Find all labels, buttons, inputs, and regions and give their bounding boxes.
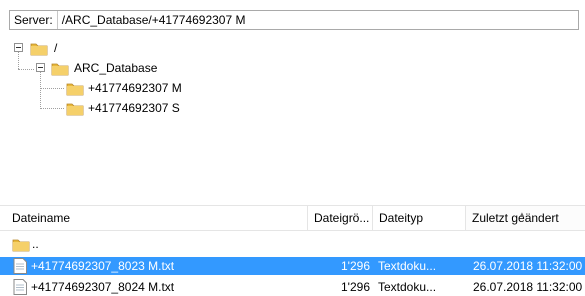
directory-tree: / ARC_Database +41774692307 M +417746923… bbox=[0, 0, 585, 200]
sort-ascending-icon: ▲ bbox=[518, 210, 526, 219]
file-type: Textdoku... bbox=[378, 259, 437, 273]
folder-icon bbox=[30, 43, 48, 56]
tree-item-m[interactable]: +41774692307 M bbox=[86, 80, 184, 96]
collapse-database-toggle[interactable] bbox=[36, 63, 45, 72]
tree-item-s[interactable]: +41774692307 S bbox=[86, 100, 182, 116]
file-size: 1'296 bbox=[341, 259, 370, 273]
list-item-parent[interactable]: .. bbox=[0, 235, 585, 253]
text-document-icon bbox=[13, 258, 27, 274]
folder-icon bbox=[66, 83, 84, 96]
file-modified: 26.07.2018 11:32:00 bbox=[473, 259, 583, 273]
column-header-modified-label: Zuletzt geändert bbox=[472, 211, 559, 225]
column-header-size[interactable]: Dateigrö... bbox=[308, 206, 372, 230]
folder-icon bbox=[51, 63, 69, 76]
folder-icon bbox=[66, 103, 84, 116]
tree-item-arc-database[interactable]: ARC_Database bbox=[72, 60, 159, 76]
tree-root[interactable]: / bbox=[52, 40, 59, 56]
tree-line bbox=[18, 69, 34, 70]
file-size: 1'296 bbox=[341, 280, 370, 294]
column-header-type[interactable]: Dateityp bbox=[373, 206, 465, 230]
tree-line bbox=[40, 108, 64, 109]
table-row[interactable]: +41774692307_8024 M.txt 1'296 Textdoku..… bbox=[0, 278, 585, 296]
text-document-icon bbox=[13, 279, 27, 295]
file-type: Textdoku... bbox=[378, 280, 437, 294]
collapse-root-toggle[interactable] bbox=[14, 43, 23, 52]
file-list-header: Dateiname Dateigrö... Dateityp ▲ Zuletzt… bbox=[0, 205, 585, 231]
tree-line bbox=[40, 72, 41, 109]
tree-line bbox=[18, 52, 19, 69]
column-header-modified[interactable]: ▲ Zuletzt geändert bbox=[466, 206, 585, 230]
tree-line bbox=[40, 88, 64, 89]
table-row[interactable]: +41774692307_8023 M.txt 1'296 Textdoku..… bbox=[0, 257, 585, 275]
list-item-name: .. bbox=[32, 237, 39, 251]
file-name: +41774692307_8023 M.txt bbox=[31, 259, 175, 273]
column-header-name[interactable]: Dateiname bbox=[6, 206, 306, 230]
folder-icon bbox=[12, 239, 30, 252]
file-name: +41774692307_8024 M.txt bbox=[31, 280, 175, 294]
file-modified: 26.07.2018 11:32:00 bbox=[473, 280, 583, 294]
